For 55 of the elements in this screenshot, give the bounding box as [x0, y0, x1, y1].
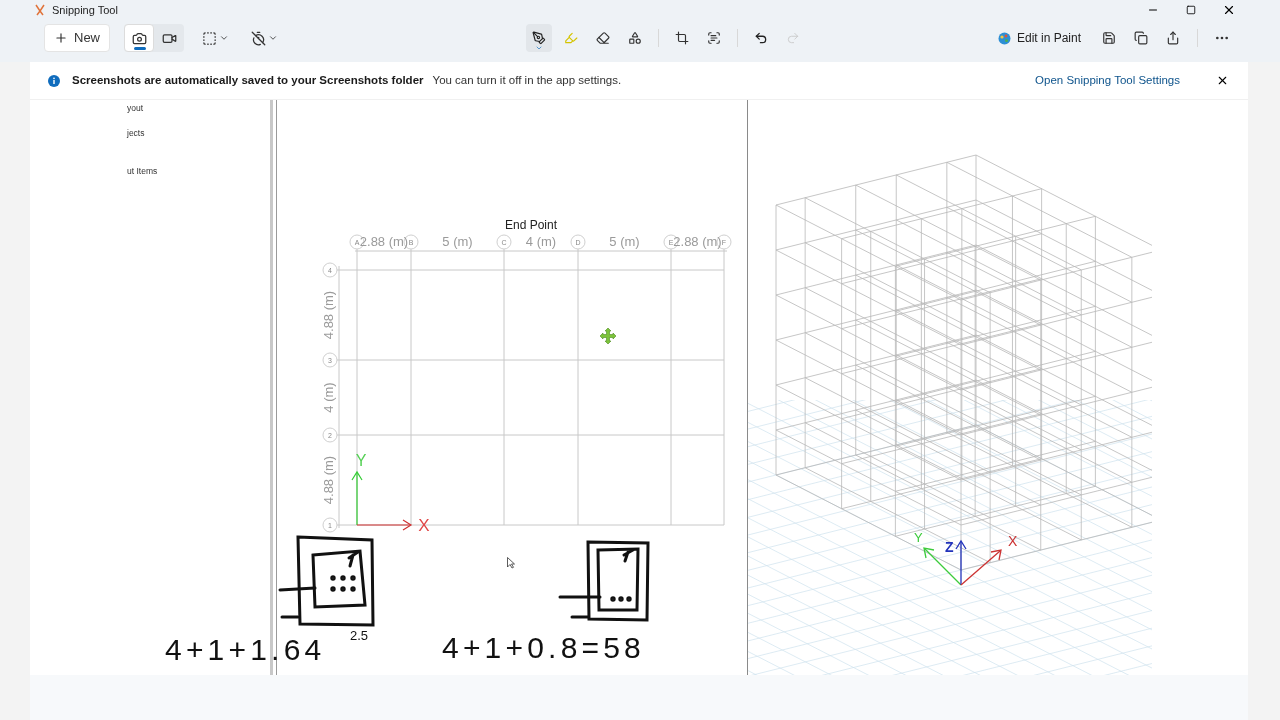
- y-axis-arrow: [351, 470, 363, 526]
- span-label: 2.88 (m): [359, 234, 409, 249]
- rectangle-icon: [202, 30, 217, 46]
- axis-label: Y: [914, 530, 923, 545]
- chevron-down-icon: [219, 33, 229, 43]
- z-axis-arrow: [955, 539, 967, 586]
- photo-mode-button[interactable]: [124, 24, 154, 52]
- span-label: 5 (m): [609, 234, 640, 249]
- move-cursor-icon: [599, 327, 617, 345]
- app-logo-icon: [34, 4, 46, 16]
- timer-off-icon: [251, 30, 266, 46]
- palette-icon: [997, 31, 1011, 45]
- highlighter-icon: [564, 31, 578, 45]
- span-label: 4 (m): [525, 234, 557, 249]
- new-button[interactable]: New: [44, 24, 110, 52]
- shapes-icon: [628, 31, 642, 45]
- save-icon: [1102, 31, 1116, 45]
- info-icon: [48, 74, 60, 87]
- copy-icon: [1134, 31, 1148, 45]
- pen-tool-button[interactable]: [526, 24, 552, 52]
- handwritten-exponent: 2.5: [350, 628, 369, 644]
- axis-label: Z: [945, 539, 954, 555]
- mouse-pointer-icon: [507, 557, 515, 569]
- span-label: 5 (m): [442, 234, 473, 249]
- story-label: 4.88 (m): [321, 455, 336, 505]
- crop-icon: [675, 31, 689, 45]
- axis-label: Y: [355, 452, 367, 469]
- edit-in-paint-button[interactable]: Edit in Paint: [993, 24, 1085, 52]
- pen-icon: [532, 31, 546, 45]
- side-panel-item: jects: [127, 127, 146, 139]
- plus-icon: [54, 31, 68, 45]
- camera-icon: [131, 30, 147, 46]
- eraser-icon: [596, 31, 610, 45]
- end-point-label: End Point: [505, 218, 557, 232]
- close-icon: [1222, 3, 1236, 17]
- maximize-icon: [1186, 5, 1196, 15]
- axis-label: X: [1008, 533, 1018, 549]
- x-axis-arrow: [960, 549, 1002, 586]
- story-label: 4 (m): [321, 382, 336, 413]
- side-panel-item: yout: [127, 102, 145, 114]
- side-panel-item: ut Items: [127, 165, 159, 177]
- span-label: 2.88 (m): [673, 234, 722, 249]
- handwritten-equation: 4+1+0.8=58: [442, 630, 645, 666]
- notification-title: Screenshots are automatically saved to your Screenshots folder: [72, 72, 424, 88]
- share-icon: [1166, 31, 1180, 45]
- chevron-down-icon: [268, 33, 278, 43]
- notification-message: You can turn it off in the app settings.: [432, 72, 622, 88]
- chevron-down-icon: [535, 44, 543, 52]
- story-label: 4.88 (m): [321, 290, 336, 340]
- settings-link[interactable]: Open Snipping Tool Settings: [1035, 71, 1180, 90]
- window-title: Snipping Tool: [52, 2, 118, 18]
- axis-label: X: [418, 516, 430, 535]
- handwritten-equation: 4+1+1.64: [165, 632, 326, 668]
- x-axis-arrow: [356, 519, 413, 531]
- scan-text-icon: [707, 31, 721, 45]
